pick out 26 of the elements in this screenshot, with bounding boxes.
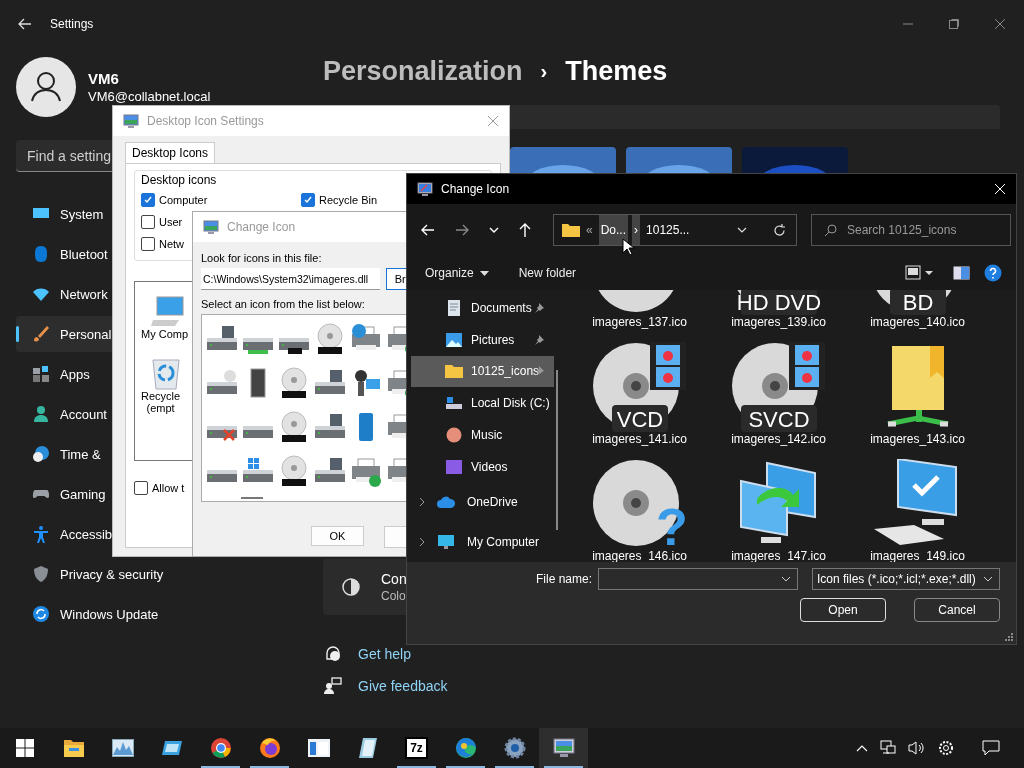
disc-label: HD DVD: [736, 290, 821, 315]
checkbox-label: Netw: [159, 238, 185, 250]
dialog-title: Change Icon: [441, 182, 510, 196]
window-title: Settings: [50, 17, 94, 31]
disc-label: VCD: [611, 405, 668, 432]
card-subtitle: Colo: [381, 589, 407, 603]
dialog-title: Desktop Icon Settings: [147, 114, 264, 128]
breadcrumb-separator: ›: [540, 60, 548, 83]
page-title: Themes: [565, 56, 668, 87]
group-title: Desktop icons: [141, 173, 218, 187]
icon-label: Recycle (empt: [141, 390, 181, 414]
field-label: Look for icons in this file:: [201, 252, 323, 264]
checkbox-label: Computer: [159, 194, 208, 206]
list-label: Select an icon from the list below:: [201, 298, 366, 310]
dialog-title: Change Icon: [227, 220, 296, 234]
user-email: VM6@collabnet.local: [88, 89, 211, 104]
icon-label: My Comp: [141, 328, 189, 340]
disc-label: BD: [889, 290, 946, 315]
file-name-label: File name:: [535, 572, 592, 586]
disc-label: SVCD: [740, 405, 817, 432]
checkbox-label: Allow t: [152, 482, 185, 494]
card-title: Con: [381, 571, 407, 587]
archive-icon: 7z: [405, 737, 428, 759]
user-name: VM6: [88, 70, 120, 87]
checkbox-label: User: [159, 216, 183, 228]
checkbox-label: Recycle Bin: [319, 194, 378, 206]
